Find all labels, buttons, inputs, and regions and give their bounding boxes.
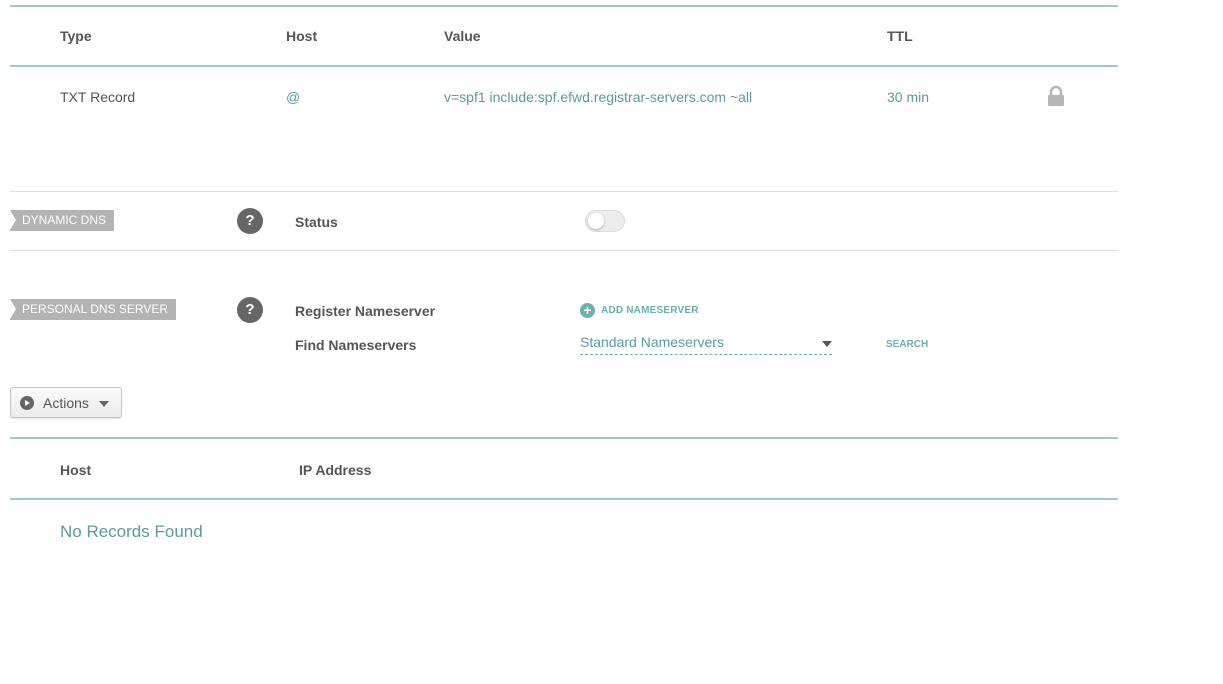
nameserver-type-select[interactable]: Standard Nameservers bbox=[580, 334, 832, 355]
table-top-border bbox=[10, 437, 1118, 439]
dynamic-dns-status-toggle[interactable] bbox=[585, 210, 625, 232]
personal-dns-tag: PERSONAL DNS SERVER bbox=[10, 299, 177, 320]
play-icon bbox=[20, 396, 34, 410]
table-top-border bbox=[10, 5, 1118, 7]
header-bottom-border bbox=[10, 65, 1118, 67]
column-header-host: Host bbox=[286, 28, 318, 44]
column-header-type: Type bbox=[60, 28, 92, 44]
personal-dns-help-icon[interactable]: ? bbox=[237, 297, 263, 323]
divider bbox=[10, 250, 1118, 251]
actions-button[interactable]: Actions bbox=[10, 387, 122, 418]
empty-state-message: No Records Found bbox=[60, 522, 203, 541]
find-nameservers-label: Find Nameservers bbox=[295, 337, 417, 353]
toggle-knob bbox=[588, 213, 604, 229]
record-host[interactable]: @ bbox=[286, 89, 300, 105]
select-value: Standard Nameservers bbox=[580, 334, 724, 350]
dynamic-dns-help-icon[interactable]: ? bbox=[237, 208, 263, 234]
record-value[interactable]: v=spf1 include:spf.efwd.registrar-server… bbox=[444, 89, 752, 105]
register-nameserver-label: Register Nameserver bbox=[295, 303, 436, 319]
dynamic-dns-tag: DYNAMIC DNS bbox=[10, 210, 115, 231]
column-header-value: Value bbox=[444, 28, 481, 44]
record-ttl[interactable]: 30 min bbox=[887, 89, 929, 105]
divider bbox=[10, 191, 1118, 192]
status-label: Status bbox=[295, 214, 338, 230]
search-button[interactable]: SEARCH bbox=[886, 339, 928, 350]
add-nameserver-button[interactable]: + ADD NAMESERVER bbox=[580, 302, 699, 318]
add-nameserver-label: ADD NAMESERVER bbox=[601, 304, 699, 316]
column-header-ip-address: IP Address bbox=[299, 462, 372, 478]
record-type: TXT Record bbox=[60, 89, 136, 105]
column-header-host: Host bbox=[60, 462, 92, 478]
chevron-down-icon bbox=[822, 341, 832, 347]
chevron-down-icon bbox=[99, 401, 109, 407]
lock-icon bbox=[1048, 86, 1064, 106]
column-header-ttl: TTL bbox=[887, 28, 913, 44]
header-bottom-border bbox=[10, 498, 1118, 500]
plus-circle-icon: + bbox=[580, 302, 595, 318]
actions-label: Actions bbox=[43, 395, 89, 411]
